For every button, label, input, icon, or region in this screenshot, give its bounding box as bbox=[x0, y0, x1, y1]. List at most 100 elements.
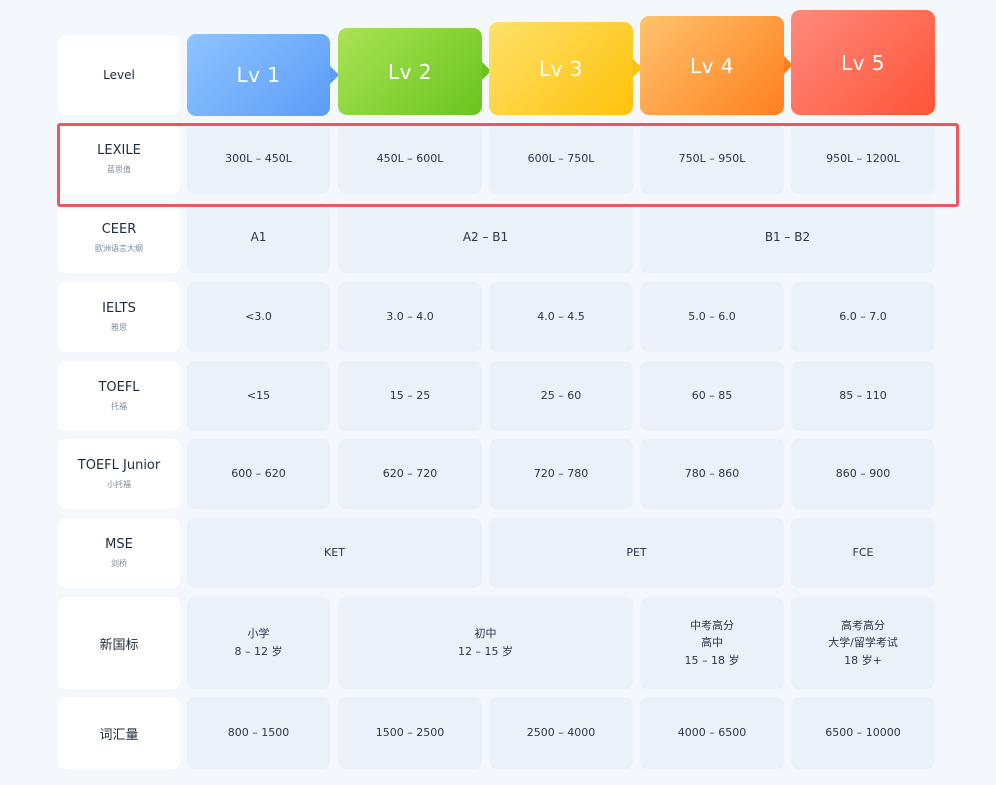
row-subtitle: 欧洲语言大纲 bbox=[95, 244, 143, 253]
cell-text: B1 – B2 bbox=[764, 230, 811, 245]
row-label-mse: MSE 剑桥 bbox=[58, 518, 180, 588]
table-cell: KET bbox=[187, 518, 482, 588]
table-cell: 6500 – 10000 bbox=[791, 697, 935, 769]
table-cell: 620 – 720 bbox=[338, 439, 482, 509]
table-cell: 小学 8 – 12 岁 bbox=[187, 597, 330, 689]
cell-text: 620 – 720 bbox=[382, 467, 438, 481]
row-subtitle: 托福 bbox=[111, 402, 127, 411]
row-label-vocab: 词汇量 bbox=[58, 697, 180, 769]
cell-text: 800 – 1500 bbox=[227, 726, 290, 740]
table-cell: 25 – 60 bbox=[489, 361, 633, 431]
row-subtitle: 雅思 bbox=[111, 323, 127, 332]
cell-text: 高考高分 bbox=[841, 618, 885, 632]
cell-text: 15 – 25 bbox=[389, 389, 431, 403]
table-cell: <15 bbox=[187, 361, 330, 431]
table-cell: 15 – 25 bbox=[338, 361, 482, 431]
cell-text: 60 – 85 bbox=[691, 389, 733, 403]
cell-text: 600L – 750L bbox=[527, 152, 595, 166]
row-label-xinguobiao: 新国标 bbox=[58, 597, 180, 689]
table-cell: 1500 – 2500 bbox=[338, 697, 482, 769]
level-1-badge: Lv 1 bbox=[187, 34, 339, 116]
row-title: 词汇量 bbox=[99, 727, 139, 743]
row-label-ielts: IELTS 雅思 bbox=[58, 282, 180, 352]
row-label-toefl-junior: TOEFL Junior 小托福 bbox=[58, 439, 180, 509]
table-cell: 85 – 110 bbox=[791, 361, 935, 431]
row-title: LEXILE bbox=[97, 143, 141, 158]
cell-text: <15 bbox=[246, 389, 271, 403]
table-cell: PET bbox=[489, 518, 784, 588]
cell-text: 初中 bbox=[474, 627, 497, 641]
row-title: 新国标 bbox=[99, 637, 139, 653]
level-1-label: Lv 1 bbox=[236, 63, 281, 87]
row-title: IELTS bbox=[102, 301, 136, 316]
row-label-toefl: TOEFL 托福 bbox=[58, 361, 180, 431]
cell-text: 780 – 860 bbox=[684, 467, 740, 481]
level-5-label: Lv 5 bbox=[840, 50, 886, 75]
level-3-badge: Lv 3 bbox=[489, 22, 642, 115]
cell-text: 85 – 110 bbox=[839, 389, 887, 403]
table-cell: 60 – 85 bbox=[640, 361, 784, 431]
cell-text: 6.0 – 7.0 bbox=[839, 310, 887, 324]
table-cell: 720 – 780 bbox=[489, 439, 633, 509]
level-2-label: Lv 2 bbox=[387, 59, 433, 84]
cell-text: 300L – 450L bbox=[225, 152, 292, 166]
cell-text: 2500 – 4000 bbox=[526, 726, 596, 740]
table-cell: 4.0 – 4.5 bbox=[489, 282, 633, 352]
table-cell: 450L – 600L bbox=[338, 124, 482, 194]
row-title: TOEFL Junior bbox=[77, 458, 161, 473]
level-5-badge: Lv 5 bbox=[791, 10, 935, 115]
table-cell: 4000 – 6500 bbox=[640, 697, 784, 769]
row-subtitle: 剑桥 bbox=[111, 559, 127, 568]
row-title: CEER bbox=[101, 222, 137, 237]
level-header-text: Level bbox=[103, 68, 135, 82]
cell-text: PET bbox=[626, 546, 647, 560]
cell-text: A2 – B1 bbox=[462, 230, 509, 245]
row-title: MSE bbox=[105, 537, 133, 552]
cell-text: 750L – 950L bbox=[678, 152, 746, 166]
table-cell: 950L – 1200L bbox=[791, 124, 935, 194]
table-cell: 300L – 450L bbox=[187, 124, 330, 194]
cell-text: 25 – 60 bbox=[540, 389, 582, 403]
cell-text: 5.0 – 6.0 bbox=[688, 310, 736, 324]
level-2-badge: Lv 2 bbox=[338, 28, 491, 115]
cell-text: 18 岁+ bbox=[844, 653, 882, 667]
table-cell: 600L – 750L bbox=[489, 124, 633, 194]
cell-text: 12 – 15 岁 bbox=[458, 645, 513, 658]
cell-text: 1500 – 2500 bbox=[375, 726, 445, 740]
cell-text: 4000 – 6500 bbox=[677, 726, 747, 740]
cell-text: KET bbox=[324, 546, 345, 560]
table-cell: <3.0 bbox=[187, 282, 330, 352]
level-3-label: Lv 3 bbox=[538, 56, 584, 81]
cell-text: 8 – 12 岁 bbox=[234, 645, 283, 658]
row-subtitle: 小托福 bbox=[107, 480, 131, 489]
cell-text: <3.0 bbox=[245, 310, 272, 324]
table-cell: FCE bbox=[791, 518, 935, 588]
cell-text: 15 – 18 岁 bbox=[684, 653, 740, 667]
table-cell: 5.0 – 6.0 bbox=[640, 282, 784, 352]
table-cell: 6.0 – 7.0 bbox=[791, 282, 935, 352]
cell-text: 大学/留学考试 bbox=[828, 636, 898, 650]
table-cell: 2500 – 4000 bbox=[489, 697, 633, 769]
row-label-lexile: LEXILE 蓝思值 bbox=[58, 124, 180, 194]
table-cell: 中考高分 高中 15 – 18 岁 bbox=[640, 597, 784, 689]
table-cell: 800 – 1500 bbox=[187, 697, 330, 769]
row-subtitle: 蓝思值 bbox=[107, 165, 131, 174]
cell-text: FCE bbox=[852, 546, 874, 560]
table-cell: 750L – 950L bbox=[640, 124, 784, 194]
table-cell: 高考高分 大学/留学考试 18 岁+ bbox=[791, 597, 935, 689]
table-cell: 初中 12 – 15 岁 bbox=[338, 597, 633, 689]
table-cell: A1 bbox=[187, 203, 330, 273]
table-cell: 3.0 – 4.0 bbox=[338, 282, 482, 352]
cell-text: 450L – 600L bbox=[376, 152, 444, 166]
level-4-badge: Lv 4 bbox=[640, 16, 793, 115]
table-cell: 780 – 860 bbox=[640, 439, 784, 509]
table-cell: 600 – 620 bbox=[187, 439, 330, 509]
cell-text: 高中 bbox=[701, 636, 723, 650]
table-cell: 860 – 900 bbox=[791, 439, 935, 509]
cell-text: 4.0 – 4.5 bbox=[537, 310, 585, 324]
row-label-ceer: CEER 欧洲语言大纲 bbox=[58, 203, 180, 273]
cell-text: 小学 bbox=[247, 627, 270, 641]
cell-text: 3.0 – 4.0 bbox=[386, 310, 434, 324]
cell-text: 6500 – 10000 bbox=[825, 726, 901, 740]
level-header-label: Level bbox=[58, 35, 180, 115]
